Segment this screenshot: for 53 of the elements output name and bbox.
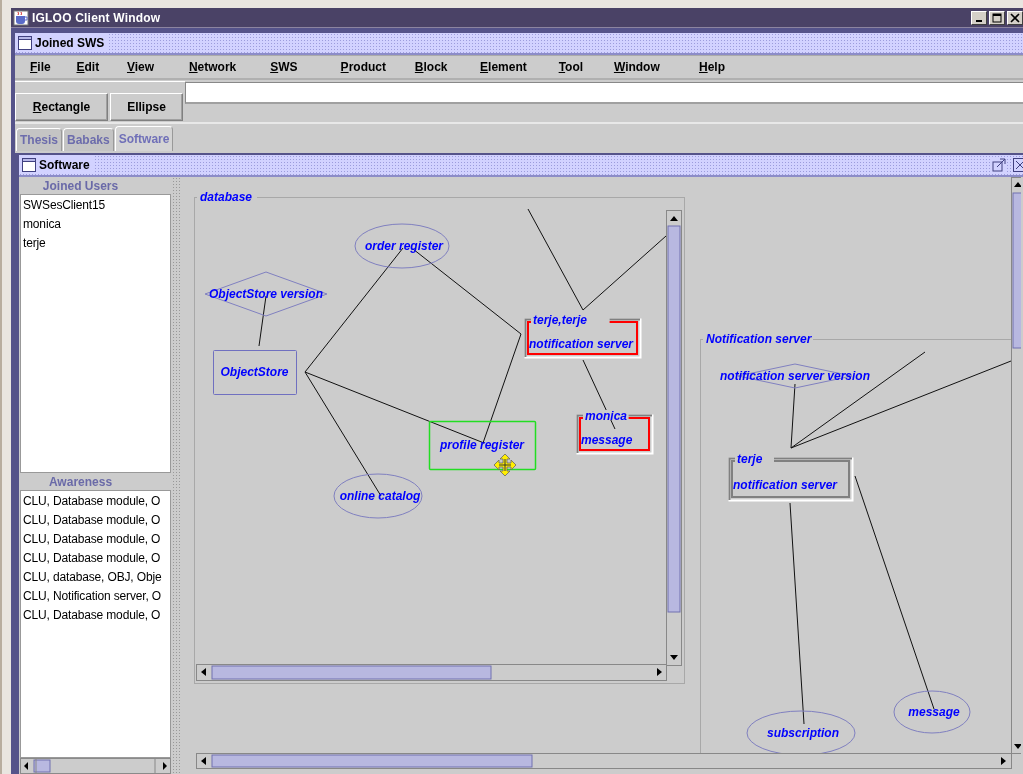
- menu-item[interactable]: Edit: [76, 60, 100, 74]
- menu-item[interactable]: Window: [613, 60, 660, 74]
- ellipse-node[interactable]: message: [893, 690, 971, 734]
- horizontal-scrollbar[interactable]: [196, 753, 1012, 769]
- minimize-icon: [976, 19, 982, 22]
- list-item[interactable]: CLU, Notification server, O: [21, 587, 170, 606]
- move-cursor-icon: [493, 453, 517, 477]
- tool-button[interactable]: Ellipse: [110, 93, 183, 121]
- list-item[interactable]: CLU, Database module, O: [21, 511, 170, 530]
- tool-button[interactable]: Rectangle: [15, 93, 108, 121]
- frame-icon: [18, 36, 32, 50]
- frame-title: Software: [39, 158, 90, 172]
- group-title: Notification server: [706, 332, 812, 346]
- input-field[interactable]: [185, 82, 1023, 104]
- maximize-icon: [992, 12, 1002, 23]
- menu-item[interactable]: File: [30, 60, 51, 74]
- list-item[interactable]: CLU, Database module, O: [21, 492, 170, 511]
- diamond-node[interactable]: ObjectStore version: [204, 271, 328, 317]
- menu-item[interactable]: Network: [188, 60, 237, 74]
- splitter[interactable]: [172, 177, 180, 774]
- ellipse-node[interactable]: order register: [354, 223, 450, 269]
- list-item[interactable]: terje: [21, 234, 170, 253]
- group-title: database: [200, 190, 253, 204]
- horizontal-scrollbar[interactable]: [196, 664, 667, 681]
- menu-item[interactable]: SWS: [270, 60, 298, 74]
- vertical-scrollbar[interactable]: [1011, 177, 1021, 754]
- rectangle-node[interactable]: profile register: [428, 420, 537, 471]
- list-item[interactable]: CLU, Database module, O: [21, 549, 170, 568]
- list-item[interactable]: CLU, Database module, O: [21, 606, 170, 625]
- menu-item[interactable]: Help: [699, 60, 725, 74]
- menu-item[interactable]: Block: [414, 60, 448, 74]
- close-icon[interactable]: [1013, 157, 1023, 173]
- maximize-button[interactable]: [989, 10, 1005, 25]
- menu-item[interactable]: Element: [480, 60, 527, 74]
- list-item[interactable]: CLU, Database module, O: [21, 530, 170, 549]
- menu-item[interactable]: Tool: [558, 60, 584, 74]
- close-button[interactable]: [1007, 10, 1023, 25]
- menu-item[interactable]: Product: [340, 60, 386, 74]
- float-icon[interactable]: [991, 157, 1007, 173]
- app-icon: [13, 9, 29, 26]
- window-title: IGLOO Client Window: [32, 10, 161, 25]
- close-icon: [1010, 12, 1020, 23]
- vertical-scrollbar[interactable]: [666, 210, 682, 666]
- frame-icon: [22, 158, 36, 172]
- rectangle-node[interactable]: ObjectStore: [213, 350, 297, 395]
- list-item[interactable]: SWSesClient15: [21, 196, 170, 215]
- minimize-button[interactable]: [971, 10, 987, 25]
- ellipse-node[interactable]: online catalog: [333, 473, 423, 519]
- list-item[interactable]: monica: [21, 215, 170, 234]
- list-item[interactable]: CLU, database, OBJ, Obje: [21, 568, 170, 587]
- horizontal-scrollbar[interactable]: [20, 758, 171, 774]
- menu-item[interactable]: View: [126, 60, 155, 74]
- frame-title: Joined SWS: [35, 36, 105, 50]
